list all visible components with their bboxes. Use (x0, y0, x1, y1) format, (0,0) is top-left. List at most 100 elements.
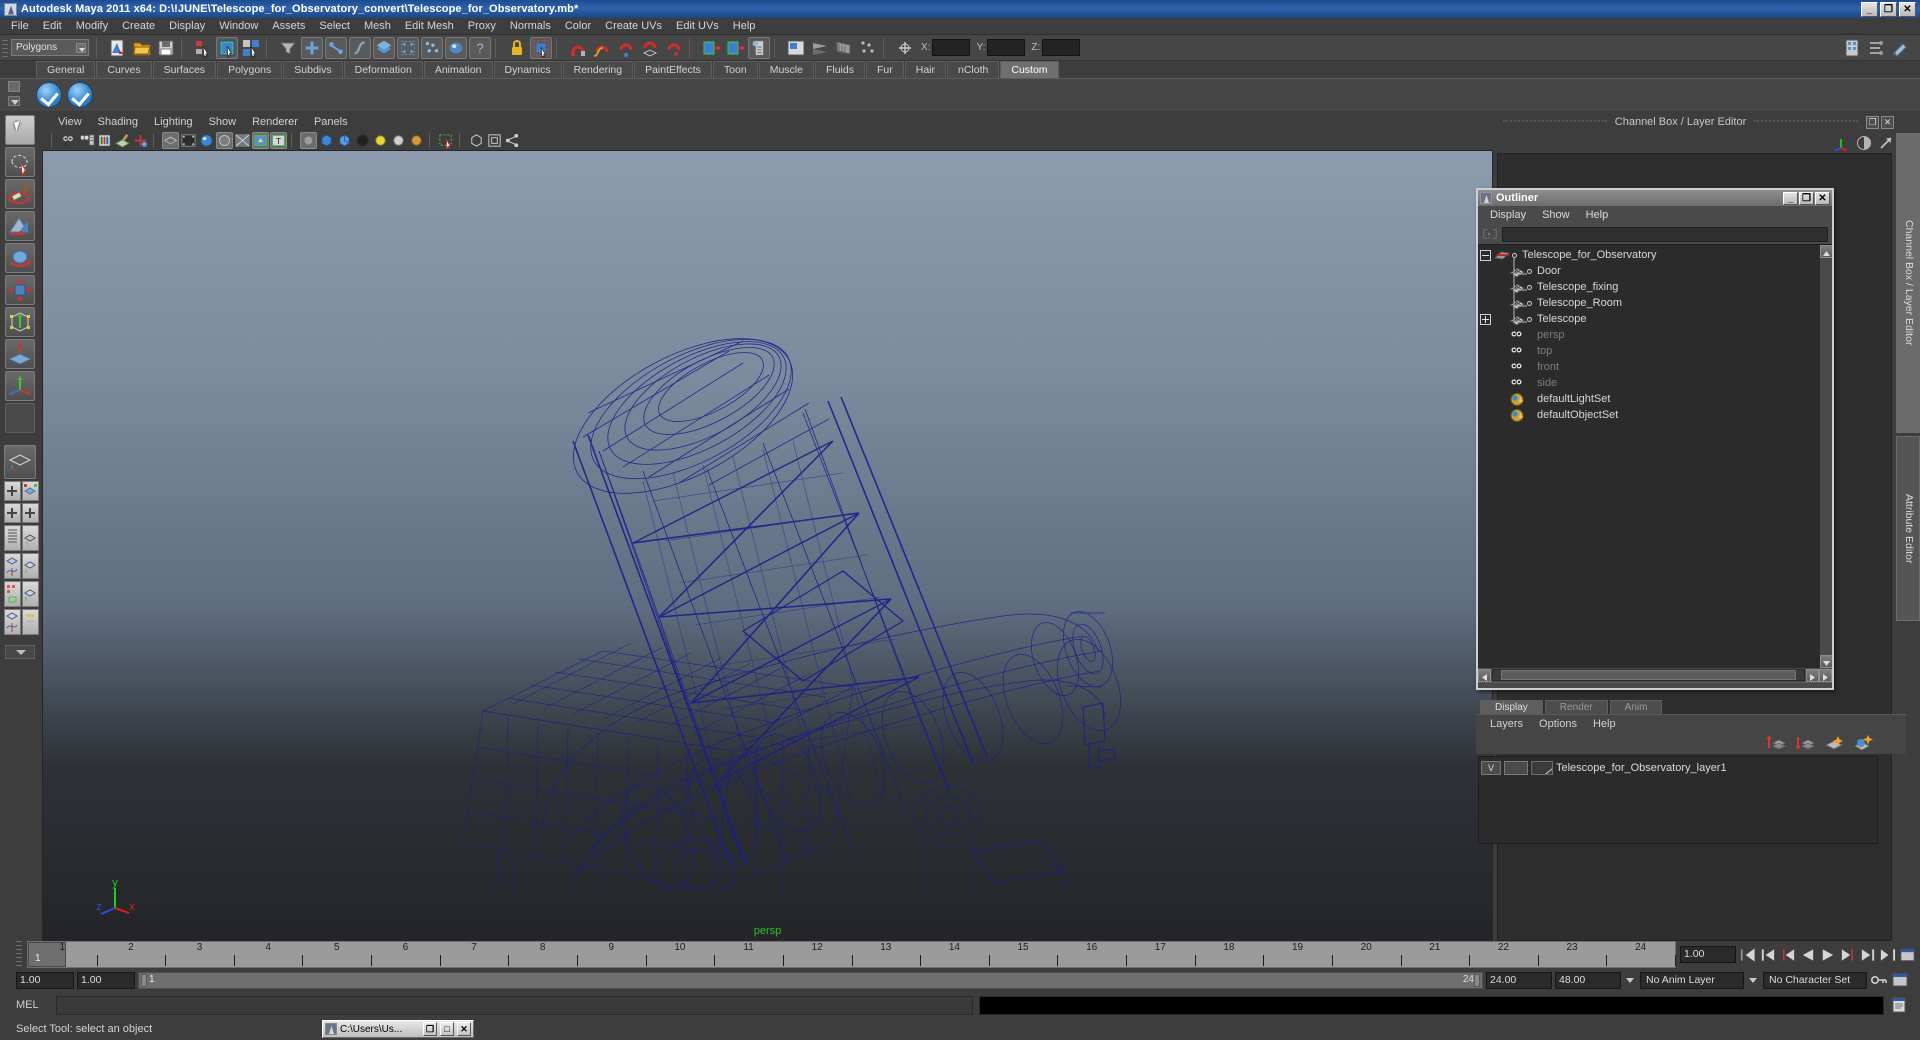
outliner-window[interactable]: Outliner _ ❐ ✕ Display Show Help Telescope… (1476, 188, 1834, 690)
wireframe-shading-icon[interactable] (162, 131, 179, 149)
go-to-start-icon[interactable] (1739, 947, 1756, 963)
mask-curve-icon[interactable] (349, 36, 371, 59)
current-time-field[interactable]: 1.00 (1680, 946, 1736, 963)
four-view-layout-c-button[interactable] (4, 503, 21, 523)
playback-end-field[interactable]: 48.00 (1555, 971, 1621, 989)
shelf-tab-surfaces[interactable]: Surfaces (152, 61, 217, 78)
viewport-menu-view[interactable]: View (50, 115, 90, 129)
light-yellow-icon[interactable] (372, 132, 389, 149)
persp-only-layout-button[interactable] (22, 525, 39, 551)
new-layer-from-selected-icon[interactable] (1852, 734, 1874, 752)
layer-list[interactable]: V Telescope_for_Observatory_layer1 (1478, 756, 1878, 844)
range-bar[interactable]: 1 24 (138, 971, 1483, 989)
show-hide-channel-box-icon[interactable] (1841, 37, 1863, 59)
time-slider[interactable]: 1 1 2 3 4 5 6 7 8 9 10 11 12 13 14 15 16 17 18 19 20 21 22 23 2… (0, 941, 1920, 968)
rotate-tool-button[interactable] (5, 243, 35, 273)
menu-display[interactable]: Display (162, 19, 212, 33)
universal-manipulator-button[interactable] (5, 307, 35, 337)
telescope-wireframe-model[interactable] (43, 151, 1473, 891)
render-view-icon[interactable] (857, 37, 879, 59)
two-d-pan-zoom-icon[interactable] (132, 132, 149, 149)
outliner-item[interactable]: Telescope_for_Observatory (1478, 247, 1832, 263)
outliner-item[interactable]: Door (1478, 263, 1832, 279)
shelf-tab-rendering[interactable]: Rendering (562, 61, 634, 78)
isolate-select-icon[interactable] (468, 132, 485, 149)
snap-to-point-icon[interactable] (615, 37, 637, 59)
outliner-scroll-right-button-b[interactable] (1819, 668, 1832, 682)
xray-display-icon[interactable] (300, 131, 317, 149)
outliner-persp-layout-button[interactable] (4, 525, 21, 551)
menu-modify[interactable]: Modify (69, 19, 115, 33)
mask-vertex-icon[interactable] (301, 36, 323, 59)
toolbar-grip[interactable] (2, 39, 9, 60)
tab-attribute-editor[interactable]: Attribute Editor (1896, 436, 1920, 621)
anim-layer-dropdown-arrow-icon[interactable] (1624, 972, 1637, 989)
hypershade-outliner-layout-button[interactable] (22, 581, 39, 607)
render-globals-icon[interactable] (833, 37, 855, 59)
menu-proxy[interactable]: Proxy (461, 19, 503, 33)
script-editor-icon[interactable] (1890, 996, 1908, 1014)
save-scene-icon[interactable] (155, 37, 177, 59)
axis-gizmo-icon[interactable] (1832, 135, 1850, 151)
camera-attributes-icon[interactable] (78, 132, 95, 149)
help-question-icon[interactable]: ? (469, 36, 491, 59)
step-forward-key-icon[interactable] (1859, 947, 1876, 963)
play-forwards-icon[interactable] (1819, 947, 1836, 963)
select-tool-button[interactable] (5, 115, 35, 145)
menu-edit-mesh[interactable]: Edit Mesh (398, 19, 461, 33)
lasso-select-tool-button[interactable] (5, 147, 35, 177)
show-hide-attribute-editor-icon[interactable] (1865, 37, 1887, 59)
single-perspective-view-layout-button[interactable] (4, 445, 36, 479)
select-camera-icon[interactable] (60, 132, 77, 149)
layer-display-type-toggle[interactable] (1504, 761, 1528, 775)
range-right-grip[interactable] (1474, 973, 1480, 987)
outliner-scroll-left-button[interactable] (1478, 668, 1491, 682)
select-by-hierarchy-icon[interactable] (192, 37, 214, 59)
scale-tool-button[interactable] (5, 275, 35, 305)
taskbar-restore-button[interactable]: ❐ (423, 1022, 437, 1036)
character-set-dropdown-arrow-icon[interactable] (1747, 972, 1760, 989)
four-view-layout-d-button[interactable] (22, 503, 39, 523)
new-layer-icon[interactable] (1823, 734, 1845, 752)
shelf-tab-muscle[interactable]: Muscle (758, 61, 814, 78)
layer-menu-layers[interactable]: Layers (1482, 717, 1531, 731)
minimize-button[interactable]: _ (1861, 1, 1878, 17)
layer-row[interactable]: V Telescope_for_Observatory_layer1 (1481, 760, 1875, 776)
layer-menu-help[interactable]: Help (1585, 717, 1624, 731)
shelf-tab-curves[interactable]: Curves (96, 61, 152, 78)
viewport-menu-show[interactable]: Show (201, 115, 245, 129)
menu-create-uvs[interactable]: Create UVs (598, 19, 669, 33)
outliner-tree[interactable]: Telescope_for_Observatory Door Telescope_f… (1478, 244, 1832, 668)
construction-history-icon[interactable] (748, 36, 770, 59)
lock-selection-icon[interactable] (506, 37, 528, 59)
outliner-scroll-right-button-a[interactable] (1806, 668, 1819, 682)
manipulator-toggle-icon[interactable] (894, 37, 916, 59)
step-back-key-icon[interactable] (1759, 947, 1776, 963)
four-view-layout-a-button[interactable] (4, 481, 21, 501)
soft-modification-tool-button[interactable] (5, 339, 35, 369)
viewport-menu-panels[interactable]: Panels (306, 115, 356, 129)
last-tool-used-button[interactable] (5, 403, 35, 433)
shelf-tab-dynamics[interactable]: Dynamics (493, 61, 562, 78)
output-connections-icon[interactable] (724, 37, 746, 59)
move-tool-button[interactable] (5, 211, 35, 241)
outliner-item[interactable]: persp (1478, 327, 1832, 343)
outliner-filter-icon[interactable] (1482, 227, 1498, 241)
animation-preferences-2-icon[interactable] (1891, 972, 1909, 988)
outliner-graph-layout-button[interactable] (22, 609, 39, 635)
diagonal-arrow-icon[interactable] (1878, 135, 1894, 151)
menu-edit[interactable]: Edit (36, 19, 69, 33)
range-start-field[interactable]: 1.00 (16, 971, 74, 989)
menu-assets[interactable]: Assets (265, 19, 312, 33)
outliner-hscroll-track[interactable] (1492, 669, 1805, 681)
outliner-resize-grip[interactable] (1478, 682, 1832, 688)
shelf-options-handle[interactable] (8, 81, 24, 110)
outliner-item[interactable]: defaultObjectSet (1478, 407, 1832, 423)
step-forward-frame-icon[interactable] (1839, 947, 1856, 963)
mask-face-icon[interactable] (373, 36, 395, 59)
persp-graph-outliner-layout-button[interactable] (4, 609, 21, 635)
outliner-minimize-button[interactable]: _ (1783, 191, 1798, 205)
shaded-cube-icon[interactable] (318, 132, 335, 149)
layer-editor-tab-render[interactable]: Render (1544, 700, 1608, 714)
animation-preferences-icon[interactable] (1899, 947, 1916, 963)
